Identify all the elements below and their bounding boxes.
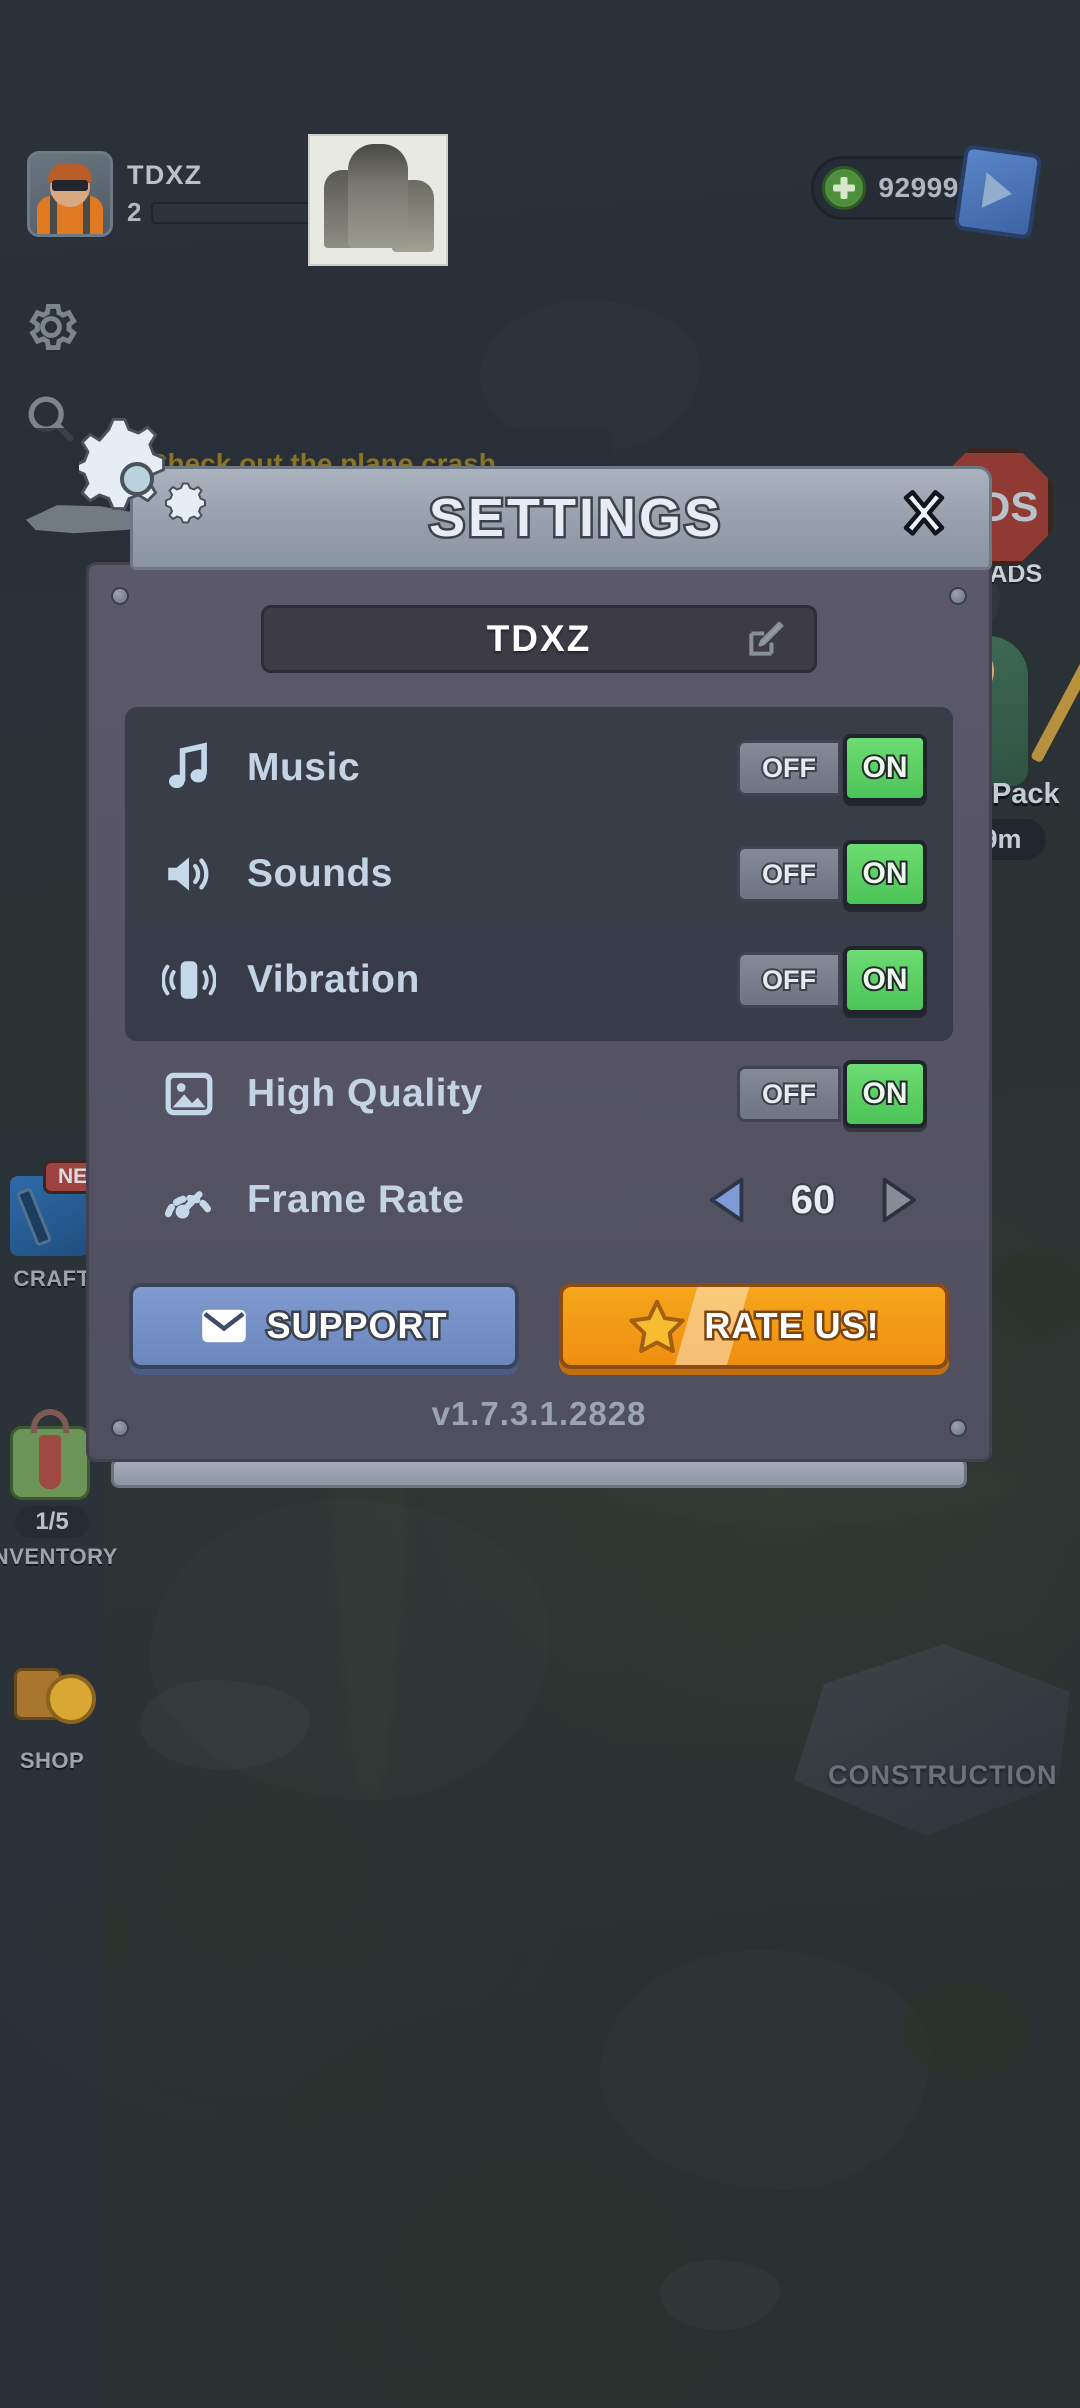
speedometer-icon xyxy=(157,1174,221,1226)
arrow-right-icon[interactable] xyxy=(875,1175,921,1225)
sidebar-item-shop[interactable]: SHOP xyxy=(0,1658,104,1774)
toggle-on-label[interactable]: ON xyxy=(843,1060,927,1128)
rate-us-button[interactable]: RATE US! xyxy=(559,1283,949,1369)
player-name: TDXZ xyxy=(127,160,203,190)
screw-decoration xyxy=(111,1419,129,1437)
dialog-footer-bar xyxy=(111,1458,967,1488)
setting-row-sounds[interactable]: Sounds OFF ON xyxy=(125,821,953,927)
app-version: v1.7.3.1.2828 xyxy=(431,1395,647,1432)
player-name-field[interactable]: TDXZ xyxy=(261,605,817,673)
gear-icon[interactable] xyxy=(22,298,80,356)
player-level: 2 xyxy=(127,197,142,227)
frame-rate-value: 60 xyxy=(789,1176,838,1224)
toggle-off-label[interactable]: OFF xyxy=(737,846,841,902)
coins-icon xyxy=(10,1658,96,1728)
inventory-count: 1/5 xyxy=(15,1506,89,1538)
avatar[interactable] xyxy=(27,151,113,237)
settings-dialog: SETTINGS TDXZ Music OFF ON Sounds OFF ON… xyxy=(79,417,992,1488)
plus-icon[interactable] xyxy=(822,166,867,210)
toggle-music[interactable]: OFF ON xyxy=(737,734,927,802)
dialog-title: SETTINGS xyxy=(426,486,724,551)
vibration-icon xyxy=(157,953,221,1007)
screw-decoration xyxy=(949,1419,967,1437)
close-icon[interactable] xyxy=(887,481,961,555)
arrow-left-icon[interactable] xyxy=(705,1175,751,1225)
toggle-on-label[interactable]: ON xyxy=(843,840,927,908)
currency-display[interactable]: 92999999 xyxy=(811,143,1043,241)
speaker-icon xyxy=(157,848,221,900)
toggle-on-label[interactable]: ON xyxy=(843,734,927,802)
axe-icon xyxy=(1030,642,1080,764)
support-button[interactable]: SUPPORT xyxy=(129,1283,519,1369)
toggle-off-label[interactable]: OFF xyxy=(737,952,841,1008)
setting-row-music[interactable]: Music OFF ON xyxy=(125,715,953,821)
gear-icon xyxy=(79,417,249,567)
setting-row-frame-rate[interactable]: Frame Rate 60 xyxy=(125,1147,953,1253)
envelope-icon xyxy=(200,1307,248,1345)
dialog-header: SETTINGS xyxy=(79,417,992,570)
sidebar-label-shop: SHOP xyxy=(19,1748,85,1773)
toggle-vibration[interactable]: OFF ON xyxy=(737,946,927,1014)
game-screen: CONSTRUCTION TDXZ 2 92999999 3. Check ou… xyxy=(0,0,1080,2408)
setting-row-vibration[interactable]: Vibration OFF ON xyxy=(125,927,953,1033)
edit-pencil-icon[interactable] xyxy=(744,617,788,661)
setting-label-music: Music xyxy=(247,746,361,789)
frame-rate-stepper: 60 xyxy=(705,1175,921,1225)
backpack-icon xyxy=(10,1409,90,1500)
dialog-action-buttons: SUPPORT RATE US! xyxy=(125,1283,953,1369)
setting-label-vibration: Vibration xyxy=(247,958,420,1001)
setting-label-frame-rate: Frame Rate xyxy=(247,1178,465,1221)
sidebar-label-inventory: INVENTORY xyxy=(0,1544,118,1569)
setting-label-high-quality: High Quality xyxy=(247,1072,483,1115)
ticket-icon xyxy=(953,143,1043,241)
player-hud[interactable]: TDXZ 2 xyxy=(22,146,332,242)
card-preview-sprite xyxy=(308,134,448,266)
setting-label-sounds: Sounds xyxy=(247,852,393,895)
screw-decoration xyxy=(111,587,129,605)
toggle-sounds[interactable]: OFF ON xyxy=(737,840,927,908)
toggle-off-label[interactable]: OFF xyxy=(737,1066,841,1122)
image-icon xyxy=(157,1068,221,1120)
music-note-icon xyxy=(157,740,221,796)
rate-us-button-label: RATE US! xyxy=(702,1303,881,1349)
support-button-label: SUPPORT xyxy=(264,1303,449,1349)
setting-row-high-quality[interactable]: High Quality OFF ON xyxy=(125,1041,953,1147)
player-name-value: TDXZ xyxy=(486,618,592,659)
toggle-off-label[interactable]: OFF xyxy=(737,740,841,796)
sidebar-label-craft: CRAFT xyxy=(13,1266,91,1291)
audio-settings-group: Music OFF ON Sounds OFF ON Vibration OFF… xyxy=(125,707,953,1041)
dialog-body: TDXZ Music OFF ON Sounds OFF ON Vibratio… xyxy=(86,562,992,1462)
screw-decoration xyxy=(949,587,967,605)
star-icon xyxy=(628,1298,686,1354)
xp-bar xyxy=(151,201,316,224)
toggle-high-quality[interactable]: OFF ON xyxy=(737,1060,927,1128)
toggle-on-label[interactable]: ON xyxy=(843,946,927,1014)
